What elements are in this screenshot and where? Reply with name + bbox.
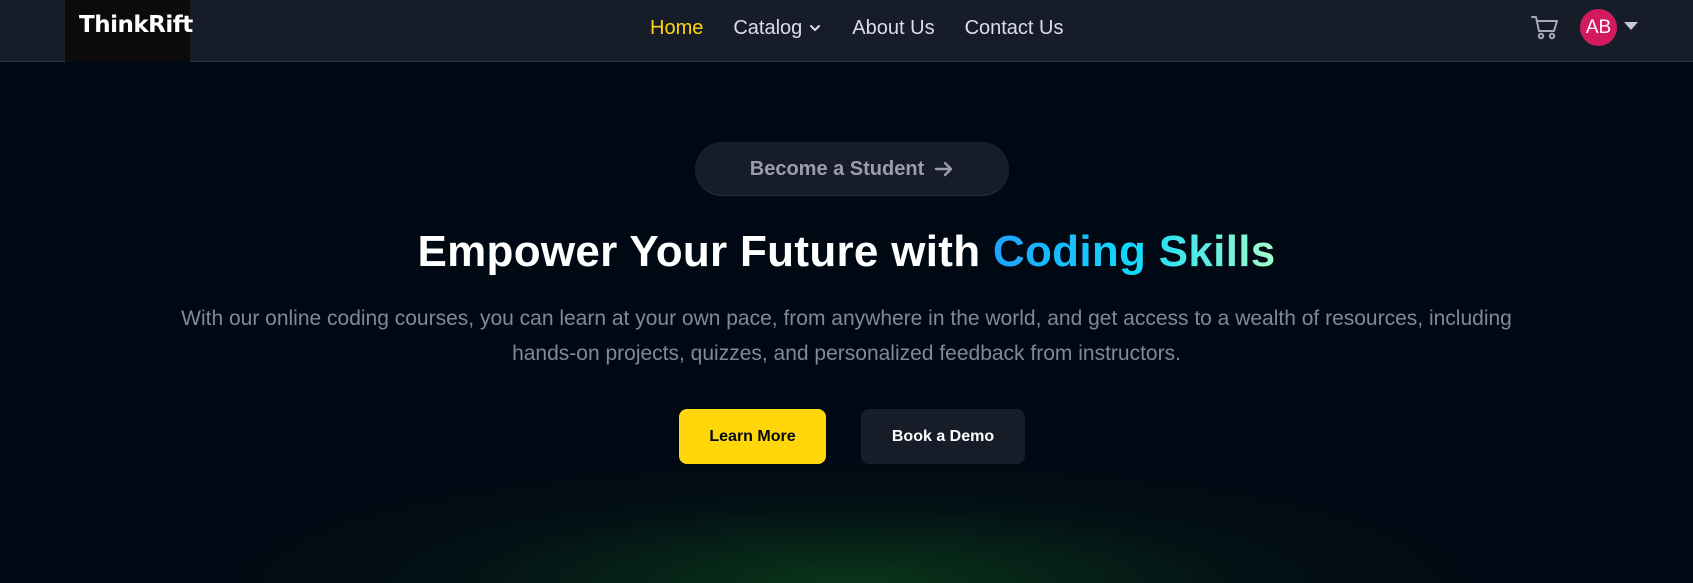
hero-glow: [130, 443, 1570, 583]
logo[interactable]: ThinkRift: [65, 0, 193, 62]
cart-icon[interactable]: [1530, 13, 1560, 41]
nav-item-home-label: Home: [650, 16, 704, 39]
user-avatar[interactable]: AB: [1580, 9, 1617, 46]
hero-headline: Empower Your Future with Coding Skills: [0, 227, 1693, 277]
headline-prefix: Empower Your Future with: [417, 227, 993, 276]
nav-item-contact-label: Contact Us: [964, 16, 1064, 39]
nav-item-home[interactable]: Home: [650, 17, 703, 40]
arrow-right-icon: [935, 161, 953, 177]
logo-text: ThinkRift: [79, 12, 193, 38]
nav-item-contact[interactable]: Contact Us: [965, 17, 1064, 40]
avatar-initials: AB: [1585, 16, 1612, 38]
chevron-down-icon: [810, 25, 821, 31]
headline-highlight: Coding Skills: [992, 227, 1276, 276]
hero-section: Become a Student Empower Your Future wit…: [0, 63, 1693, 583]
nav-item-catalog-label: Catalog: [733, 16, 803, 39]
book-demo-button[interactable]: Book a Demo: [861, 409, 1025, 464]
top-navbar: ThinkRift Home Catalog About Us Contact …: [0, 0, 1693, 62]
learn-more-label: Learn More: [709, 427, 796, 445]
nav-item-about-label: About Us: [852, 16, 935, 39]
learn-more-button[interactable]: Learn More: [679, 409, 826, 464]
nav-item-catalog[interactable]: Catalog: [733, 17, 822, 40]
hero-description: With our online coding courses, you can …: [181, 307, 1512, 365]
nav-links: Home Catalog About Us Contact Us: [650, 15, 1094, 41]
caret-down-icon[interactable]: [1624, 22, 1638, 30]
become-student-label: Become a Student: [749, 157, 925, 180]
become-student-button[interactable]: Become a Student: [695, 142, 1009, 196]
book-demo-label: Book a Demo: [891, 427, 995, 445]
nav-item-about[interactable]: About Us: [852, 17, 934, 40]
